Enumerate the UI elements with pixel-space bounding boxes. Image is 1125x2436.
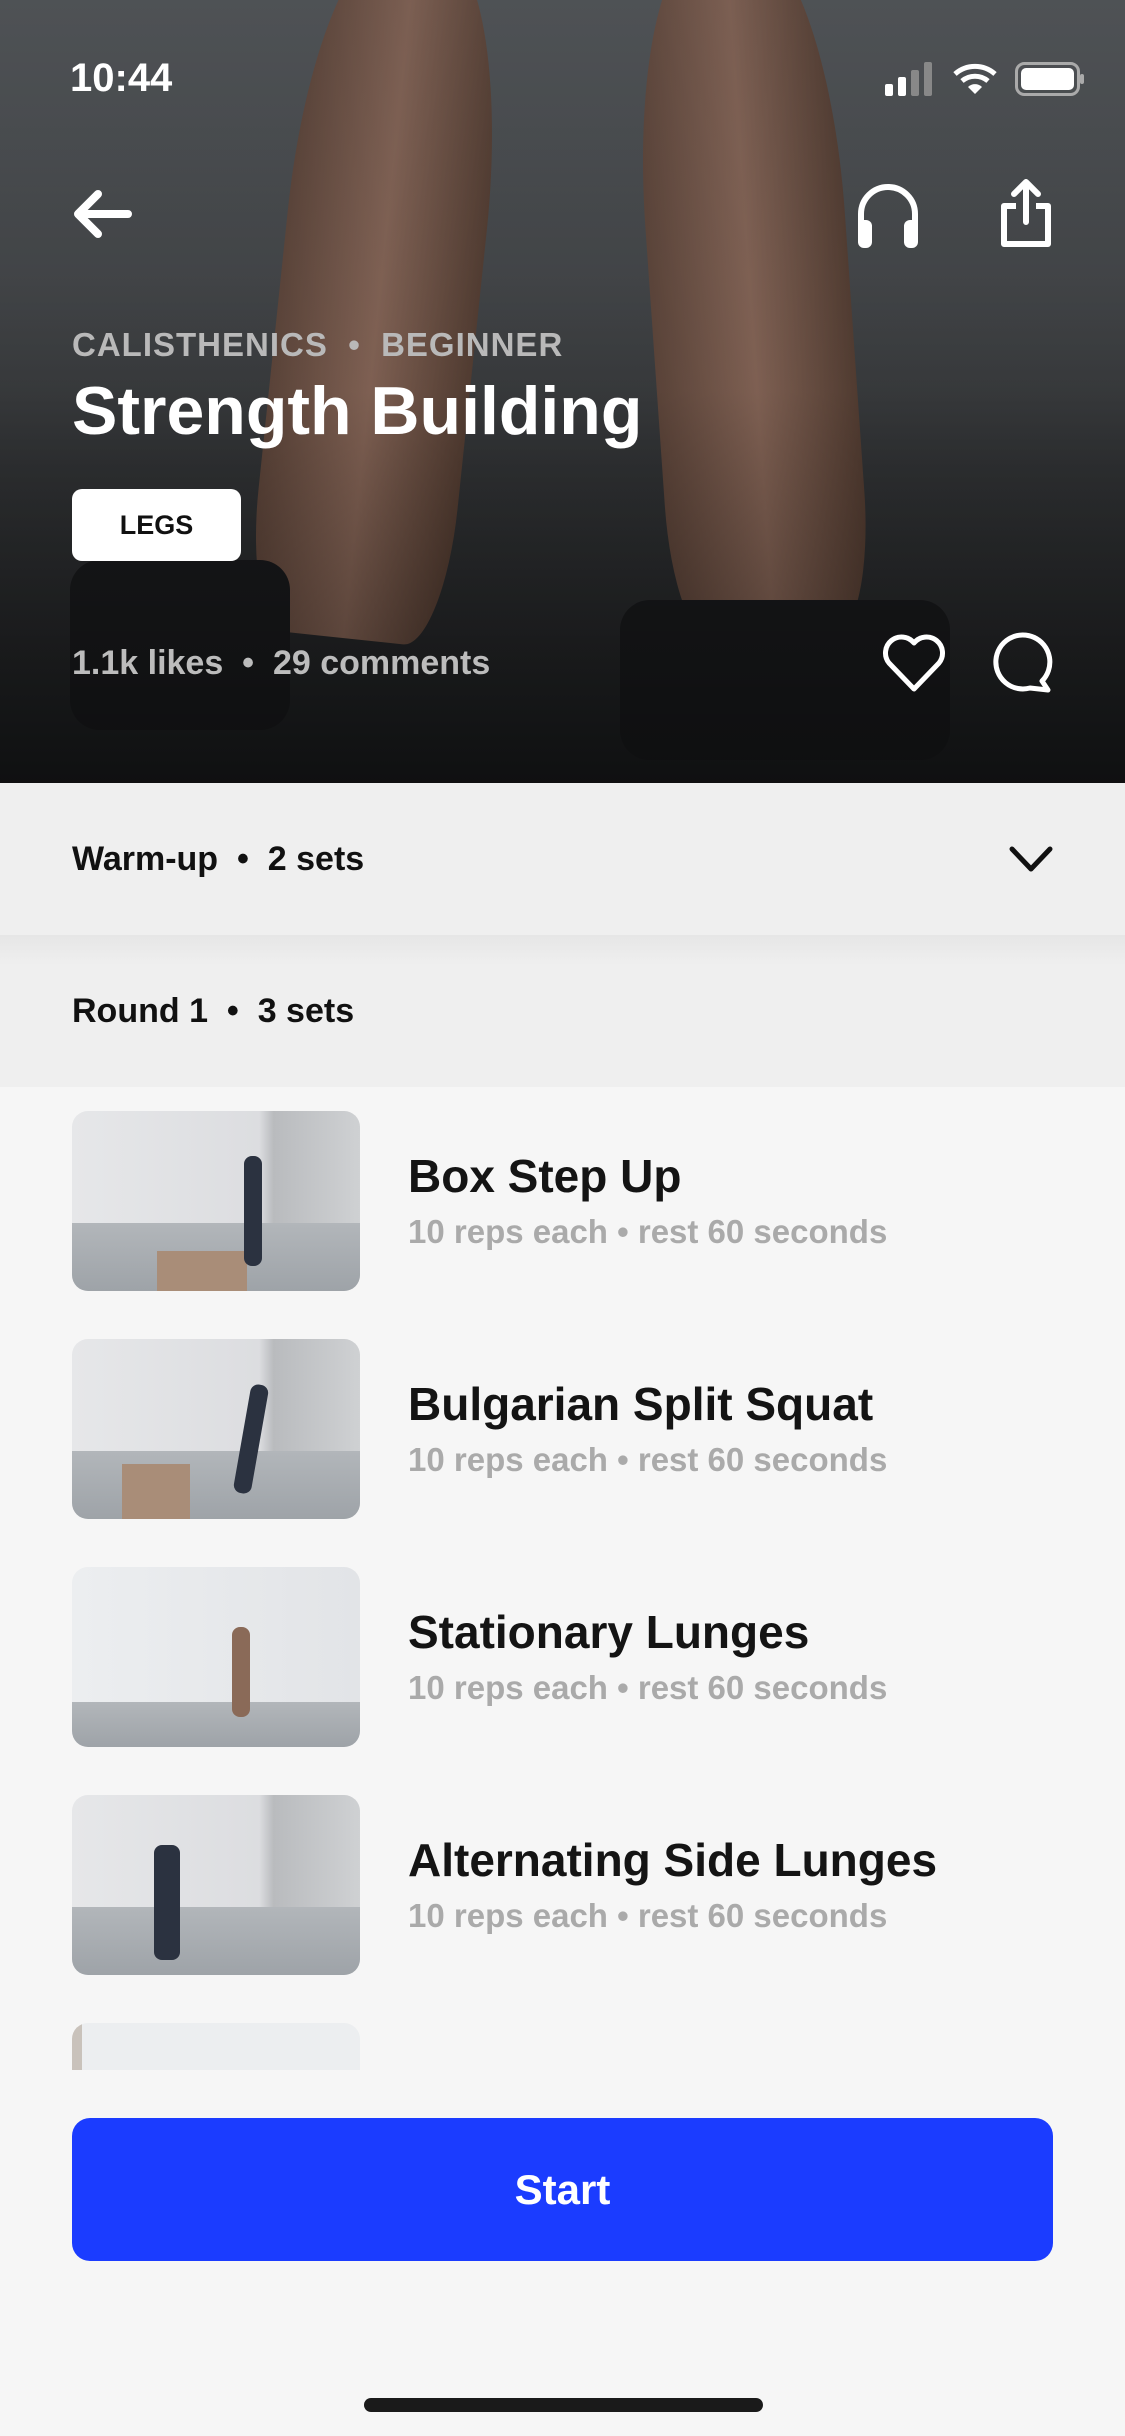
comment-icon[interactable] bbox=[992, 632, 1056, 696]
exercise-thumbnail bbox=[72, 1567, 360, 1747]
separator: • bbox=[242, 644, 255, 682]
home-indicator bbox=[364, 2398, 763, 2412]
wifi-icon bbox=[953, 63, 997, 94]
exercise-item[interactable]: Box Step Up 10 reps each • rest 60 secon… bbox=[72, 1111, 1072, 1291]
separator: • bbox=[226, 991, 239, 1030]
separator: • bbox=[236, 839, 249, 878]
exercise-item[interactable]: Stationary Lunges 10 reps each • rest 60… bbox=[72, 1567, 1072, 1747]
exercise-item[interactable]: Bulgarian Split Squat 10 reps each • res… bbox=[72, 1339, 1072, 1519]
back-arrow-icon[interactable] bbox=[70, 188, 132, 240]
section-title: Warm-up • 2 sets bbox=[72, 840, 364, 879]
exercise-detail: 10 reps each • rest 60 seconds bbox=[408, 1213, 888, 1250]
signal-icon bbox=[885, 62, 932, 96]
exercise-thumbnail bbox=[72, 1111, 360, 1291]
start-button[interactable]: Start bbox=[72, 2118, 1053, 2261]
comments-count[interactable]: 29 comments bbox=[273, 644, 490, 682]
engagement-stats: 1.1k likes • 29 comments bbox=[72, 644, 490, 683]
exercise-thumbnail-partial bbox=[72, 2023, 360, 2070]
exercise-item[interactable]: Alternating Side Lunges 10 reps each • r… bbox=[72, 1795, 1072, 1975]
level-label: BEGINNER bbox=[381, 326, 564, 363]
exercise-detail: 10 reps each • rest 60 seconds bbox=[408, 1441, 888, 1478]
tag-badge[interactable]: LEGS bbox=[72, 489, 241, 561]
exercise-thumbnail bbox=[72, 1339, 360, 1519]
section-round-1: Round 1 • 3 sets bbox=[0, 935, 1125, 1087]
section-label: Warm-up bbox=[72, 839, 219, 878]
section-sets: 2 sets bbox=[267, 839, 365, 878]
battery-icon bbox=[1015, 62, 1084, 96]
workout-category: CALISTHENICS • BEGINNER bbox=[72, 326, 563, 364]
exercise-name: Alternating Side Lunges bbox=[408, 1834, 938, 1886]
headphones-icon[interactable] bbox=[855, 180, 921, 250]
exercise-detail: 10 reps each • rest 60 seconds bbox=[408, 1669, 888, 1706]
workout-title: Strength Building bbox=[72, 373, 643, 449]
exercise-detail: 10 reps each • rest 60 seconds bbox=[408, 1897, 888, 1934]
exercise-name: Bulgarian Split Squat bbox=[408, 1378, 874, 1430]
share-icon[interactable] bbox=[998, 176, 1054, 248]
heart-icon[interactable] bbox=[882, 632, 946, 694]
section-sets: 3 sets bbox=[257, 991, 355, 1030]
section-label: Round 1 bbox=[72, 991, 208, 1030]
status-time: 10:44 bbox=[70, 56, 173, 100]
category-label: CALISTHENICS bbox=[72, 326, 328, 363]
separator: • bbox=[348, 326, 361, 363]
exercise-thumbnail bbox=[72, 1795, 360, 1975]
exercise-name: Box Step Up bbox=[408, 1150, 682, 1202]
status-icons bbox=[885, 62, 1085, 96]
chevron-down-icon[interactable] bbox=[1009, 845, 1053, 873]
section-warm-up[interactable]: Warm-up • 2 sets bbox=[0, 783, 1125, 935]
likes-count[interactable]: 1.1k likes bbox=[72, 644, 223, 682]
exercise-name: Stationary Lunges bbox=[408, 1606, 810, 1658]
hero-image: 10:44 CALISTHENICS • BEGINNER Strength B… bbox=[0, 0, 1125, 783]
